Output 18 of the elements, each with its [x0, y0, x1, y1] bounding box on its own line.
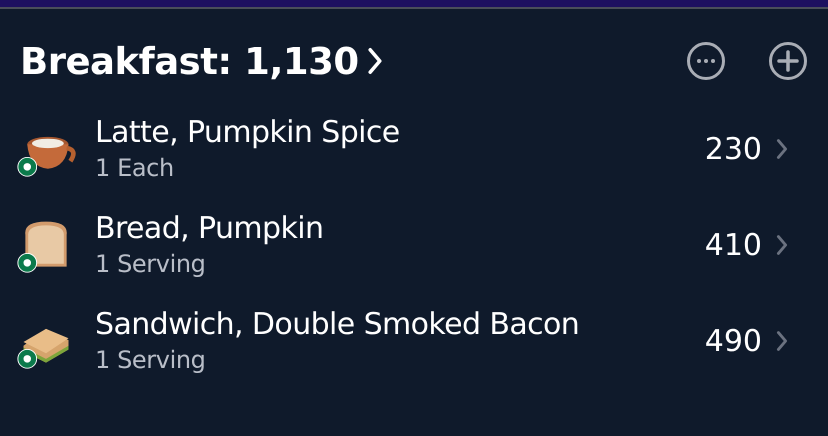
calories: 230: [704, 132, 762, 166]
food-name[interactable]: Latte, Pumpkin Spice: [95, 114, 705, 152]
food-name[interactable]: Bread, Pumpkin: [95, 210, 705, 248]
calories: 410: [704, 228, 762, 262]
meal-title[interactable]: Breakfast: 1,130: [20, 40, 359, 82]
chevron-icon: [776, 330, 788, 352]
add-icon: [768, 41, 808, 81]
calories: 490: [704, 324, 762, 358]
more-icon: [686, 41, 726, 81]
food-name[interactable]: Sandwich, Double Smoked Bacon: [95, 306, 705, 344]
serving-size: 1 Serving: [95, 345, 206, 376]
chevron-icon: [776, 234, 788, 256]
more-button[interactable]: [686, 41, 726, 81]
serving-size: 1 Serving: [95, 249, 206, 280]
serving-size: 1 Each: [95, 153, 175, 184]
chevron-icon: [366, 46, 383, 76]
add-button[interactable]: [768, 41, 808, 81]
chevron-icon: [776, 138, 788, 160]
